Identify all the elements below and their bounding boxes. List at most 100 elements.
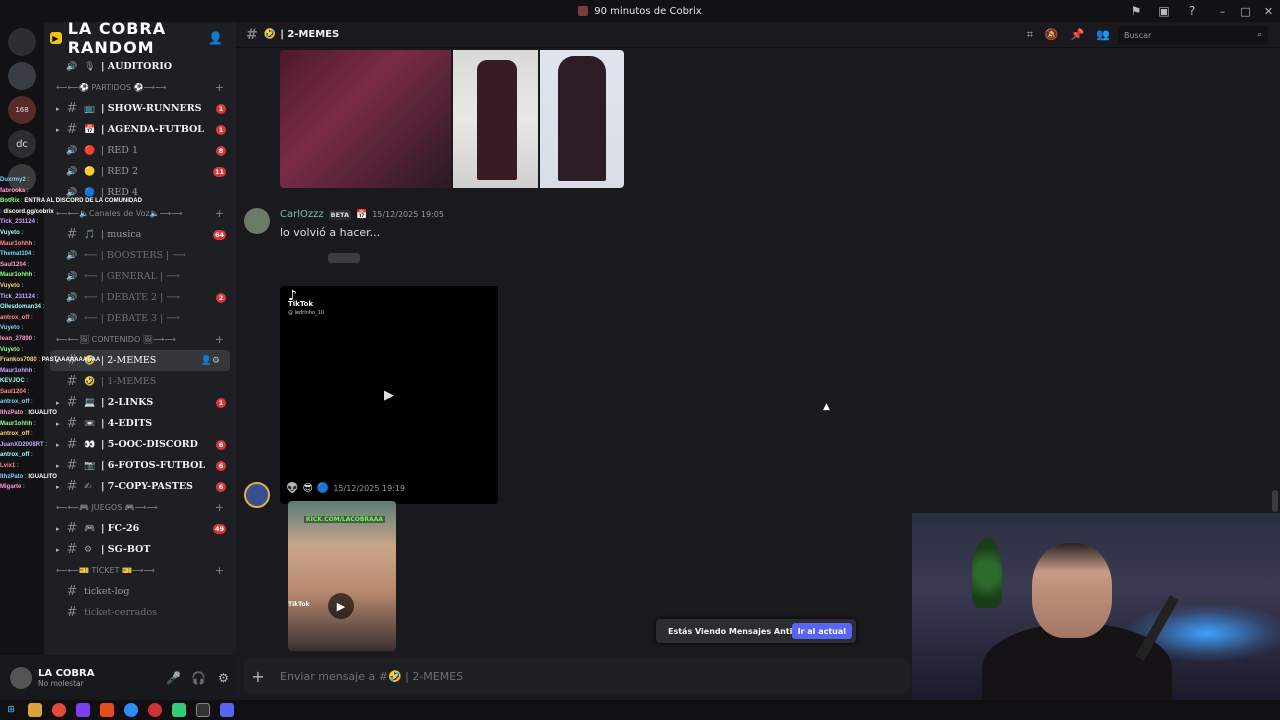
chat-separator: : bbox=[34, 293, 39, 300]
microphone-icon[interactable]: 🎤 bbox=[161, 671, 186, 685]
speaker-icon: 🔊 bbox=[66, 61, 78, 72]
chat-separator: : bbox=[32, 420, 36, 427]
inbox-icon[interactable]: ⚑ bbox=[1128, 3, 1144, 19]
headphones-icon[interactable]: 🎧 bbox=[186, 671, 211, 685]
channel-label: | FC-26 bbox=[101, 523, 140, 534]
message-input[interactable] bbox=[272, 669, 872, 683]
maximize-button[interactable]: □ bbox=[1234, 0, 1257, 22]
image-attachment[interactable] bbox=[540, 50, 624, 188]
channel-label: | AGENDA-FUTBOL bbox=[101, 124, 204, 135]
channel-item[interactable]: 🔊 🎙 | AUDITORIO bbox=[44, 56, 236, 77]
threads-icon[interactable]: ⌗ bbox=[1027, 28, 1033, 42]
chat-username: Vuyeto bbox=[0, 229, 20, 236]
video-thumbnail[interactable]: KICK.COM/LACOBRAAA TikTok ▶ bbox=[288, 501, 396, 651]
play-icon[interactable]: ▶ bbox=[384, 388, 394, 403]
chat-separator: : bbox=[31, 251, 35, 258]
channel-settings-icon[interactable]: 👤⚙ bbox=[201, 356, 220, 366]
close-button[interactable]: ✕ bbox=[1257, 0, 1280, 22]
channel-item[interactable]: ▸ # ⚙ | SG-BOT bbox=[44, 539, 236, 560]
add-channel-icon[interactable]: + bbox=[215, 207, 224, 220]
app-icon[interactable] bbox=[76, 703, 90, 717]
notifications-icon[interactable]: 🔕 bbox=[1045, 28, 1059, 42]
add-user-icon[interactable]: 👤 bbox=[208, 31, 224, 45]
emoji-badge: 👽 bbox=[286, 483, 299, 494]
chat-line: Saul1204 : bbox=[0, 387, 172, 398]
screen-icon[interactable]: ▣ bbox=[1156, 3, 1172, 19]
search-icon: ⌕ bbox=[1256, 30, 1262, 40]
unread-arrow-icon: ▸ bbox=[56, 104, 60, 113]
channel-item[interactable]: # ticket-cerrados bbox=[44, 602, 236, 623]
search-placeholder: Buscar bbox=[1124, 30, 1152, 40]
scrollbar-thumb[interactable] bbox=[1272, 490, 1278, 512]
chat-username: fabrooks bbox=[0, 187, 26, 194]
channel-item[interactable]: # ticket-log bbox=[44, 581, 236, 602]
app-icon[interactable] bbox=[172, 703, 186, 717]
start-icon[interactable]: ⊞ bbox=[4, 703, 18, 717]
chrome-icon[interactable] bbox=[52, 703, 66, 717]
image-attachment[interactable] bbox=[452, 50, 539, 188]
add-channel-icon[interactable]: + bbox=[215, 333, 224, 346]
browser-icon[interactable] bbox=[124, 703, 138, 717]
add-attachment-icon[interactable]: + bbox=[244, 667, 272, 686]
chat-line: Vuyeto : bbox=[0, 281, 172, 292]
channel-item[interactable]: ▸ # 📅 | AGENDA-FUTBOL 1 bbox=[44, 119, 236, 140]
channel-label: ticket-cerrados bbox=[84, 607, 157, 618]
play-icon[interactable]: ▶ bbox=[328, 593, 354, 619]
server-icon-dc[interactable]: dc bbox=[8, 130, 36, 158]
server-logo-icon: ▶ bbox=[50, 32, 62, 44]
add-channel-icon[interactable]: + bbox=[215, 501, 224, 514]
hash-icon: # bbox=[66, 584, 78, 599]
channel-item[interactable]: ▸ # 🎮 | FC-26 49 bbox=[44, 518, 236, 539]
chat-username: Vuyeto bbox=[0, 282, 20, 289]
chat-text: PASTAAAAAAAAAA bbox=[41, 357, 101, 364]
settings-gear-icon[interactable]: ⚙ bbox=[211, 671, 236, 685]
members-icon[interactable]: 👥 bbox=[1096, 28, 1110, 42]
chat-line: Vuyeto : bbox=[0, 345, 172, 356]
channel-item[interactable]: 🔊 🔴 | RED 1 8 bbox=[44, 140, 236, 161]
server-icon-badge[interactable]: 168 bbox=[8, 96, 36, 124]
chat-username: Maur1ohhh bbox=[0, 272, 33, 279]
user-avatar[interactable] bbox=[10, 666, 32, 689]
window-title-text: 90 minutos de Cobrix bbox=[594, 5, 702, 17]
server-icon[interactable] bbox=[8, 62, 36, 90]
author-avatar[interactable] bbox=[244, 208, 270, 234]
add-channel-icon[interactable]: + bbox=[215, 564, 224, 577]
chat-line: antrox_off : bbox=[0, 429, 172, 440]
chat-text: IGUALITO bbox=[28, 473, 57, 480]
folder-icon[interactable] bbox=[28, 703, 42, 717]
chat-line: BotRix : ENTRA AL DISCORD DE LA COMUNIDA… bbox=[0, 196, 172, 207]
app-icon[interactable] bbox=[100, 703, 114, 717]
header-emoji: 🤣 bbox=[263, 29, 277, 40]
pins-icon[interactable]: 📌 bbox=[1071, 28, 1085, 42]
jump-to-present-button[interactable]: Ir al actual bbox=[791, 623, 852, 639]
tiktok-brand: TikTok bbox=[288, 300, 314, 308]
image-attachments bbox=[280, 50, 624, 188]
chat-username: IthzPato bbox=[0, 410, 24, 417]
author-name[interactable]: CarlOzzz bbox=[280, 209, 324, 220]
help-icon[interactable]: ? bbox=[1184, 3, 1200, 19]
chat-separator: : bbox=[15, 463, 19, 470]
channel-category[interactable]: ⟵⟵⚽ PARTIDOS ⚽⟶⟶ + bbox=[44, 77, 236, 98]
chat-separator: : bbox=[19, 325, 24, 332]
channel-label: | SHOW-RUNNERS bbox=[101, 103, 202, 114]
image-attachment[interactable] bbox=[280, 50, 451, 188]
taskbar: ⊞ bbox=[0, 700, 1280, 720]
tiktok-embed[interactable]: ♪ TikTok @ ledrinho_10 ▶ bbox=[280, 286, 498, 504]
minimize-button[interactable]: – bbox=[1211, 0, 1234, 22]
chat-separator: : bbox=[43, 441, 48, 448]
chat-line: Ollesdoman34 : bbox=[0, 302, 172, 313]
channel-emoji: 📺 bbox=[84, 103, 96, 114]
search-box[interactable]: Buscar ⌕ bbox=[1118, 26, 1268, 44]
spoiler-bar[interactable] bbox=[328, 253, 360, 263]
chat-separator: : bbox=[25, 177, 30, 183]
discord-icon[interactable] bbox=[220, 703, 234, 717]
app-icon[interactable] bbox=[196, 703, 210, 717]
chat-username: Maur1ohhh bbox=[0, 367, 33, 374]
add-channel-icon[interactable]: + bbox=[215, 81, 224, 94]
author-avatar[interactable] bbox=[244, 482, 270, 508]
server-icon[interactable] bbox=[8, 28, 36, 56]
server-header[interactable]: ▶ LA COBRA RANDOM 👤 bbox=[44, 22, 236, 57]
chrome-icon[interactable] bbox=[148, 703, 162, 717]
channel-category[interactable]: ⟵⟵🎫 TICKET 🎫⟶⟶ + bbox=[44, 560, 236, 581]
channel-item[interactable]: ▸ # 📺 | SHOW-RUNNERS 1 bbox=[44, 98, 236, 119]
